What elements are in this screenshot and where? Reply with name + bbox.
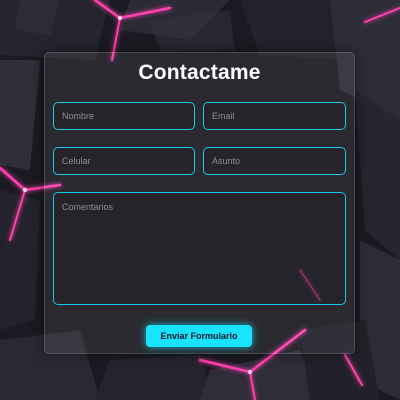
submit-button[interactable]: Enviar Formulario — [146, 325, 252, 347]
asunto-input[interactable] — [203, 147, 346, 175]
comentarios-textarea[interactable] — [53, 192, 346, 305]
form-title: Contactame — [138, 61, 261, 84]
nombre-input[interactable] — [53, 102, 195, 130]
contact-form-card: Contactame Enviar Formulario — [44, 52, 355, 354]
celular-input[interactable] — [53, 147, 195, 175]
email-input[interactable] — [203, 102, 346, 130]
